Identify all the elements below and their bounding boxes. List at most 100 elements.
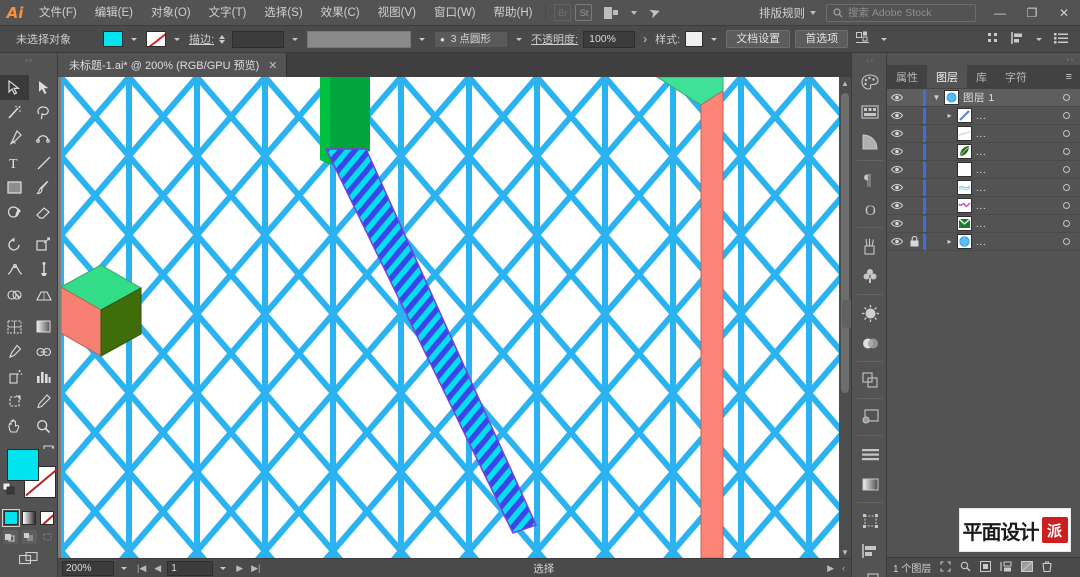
first-page-icon[interactable]: |◀ bbox=[135, 563, 148, 574]
menu-view[interactable]: 视图(V) bbox=[369, 0, 425, 26]
target-circle-icon[interactable] bbox=[1063, 112, 1070, 119]
layer-name[interactable]: ... bbox=[976, 236, 1063, 248]
stroke-weight-stepper[interactable] bbox=[219, 34, 226, 44]
create-sublayer-icon[interactable] bbox=[1000, 561, 1012, 575]
eye-icon[interactable] bbox=[887, 201, 906, 210]
artboard[interactable] bbox=[61, 77, 839, 558]
shaper-tool[interactable] bbox=[0, 200, 29, 225]
stroke-chevron-down-icon[interactable] bbox=[174, 37, 180, 41]
menu-file[interactable]: 文件(F) bbox=[30, 0, 86, 26]
layer-name[interactable]: ... bbox=[976, 164, 1063, 176]
target-circle-icon[interactable] bbox=[1063, 202, 1070, 209]
workspace-chevron-down-icon[interactable] bbox=[810, 10, 816, 15]
eye-icon[interactable] bbox=[887, 219, 906, 228]
tab-character[interactable]: 字符 bbox=[996, 65, 1036, 88]
menu-type[interactable]: 文字(T) bbox=[200, 0, 256, 26]
align-rail-icon[interactable] bbox=[852, 536, 888, 566]
brush-chevron-down-icon[interactable] bbox=[516, 37, 523, 41]
menu-effect[interactable]: 效果(C) bbox=[312, 0, 369, 26]
layer-name[interactable]: ... bbox=[976, 218, 1063, 230]
symbols-icon[interactable] bbox=[852, 261, 888, 291]
chevron-down-icon[interactable]: ▼ bbox=[929, 93, 944, 102]
share-plane-icon[interactable]: ➤ bbox=[647, 3, 664, 23]
menu-edit[interactable]: 编辑(E) bbox=[86, 0, 142, 26]
properties-list-icon[interactable] bbox=[1051, 32, 1074, 47]
artboard-number-input[interactable]: 1 bbox=[167, 560, 214, 576]
blend-tool[interactable] bbox=[29, 339, 58, 364]
page-chevron-down-icon[interactable] bbox=[220, 566, 227, 570]
gradient-rail-icon[interactable] bbox=[852, 127, 888, 157]
scale-tool[interactable] bbox=[29, 232, 58, 257]
shape-builder-tool[interactable] bbox=[0, 282, 29, 307]
layer-row-2[interactable]: ... bbox=[887, 125, 1080, 143]
layer-name[interactable]: ... bbox=[976, 182, 1063, 194]
target-circle-icon[interactable] bbox=[1063, 148, 1070, 155]
layer-name[interactable]: ... bbox=[976, 110, 1063, 122]
eye-icon[interactable] bbox=[887, 165, 906, 174]
target-circle-icon[interactable] bbox=[1063, 238, 1070, 245]
mesh-tool[interactable] bbox=[0, 314, 29, 339]
eye-icon[interactable] bbox=[887, 237, 906, 246]
opacity-flyout-icon[interactable]: › bbox=[640, 32, 650, 46]
next-page-icon[interactable]: ▶ bbox=[234, 563, 245, 574]
scroll-up-icon[interactable]: ▲ bbox=[839, 77, 851, 89]
stroke-weight-chevron-down-icon[interactable] bbox=[292, 37, 299, 41]
fill-chevron-down-icon[interactable] bbox=[131, 37, 137, 41]
layer-row-6[interactable]: ... bbox=[887, 197, 1080, 215]
opacity-input[interactable]: 100% bbox=[583, 30, 636, 48]
selection-tool[interactable] bbox=[0, 75, 29, 100]
layer-row-7[interactable]: ... bbox=[887, 215, 1080, 233]
glyphs-icon[interactable]: O bbox=[852, 194, 888, 224]
brushes-icon[interactable] bbox=[852, 231, 888, 261]
arrange-chevron-down-icon[interactable] bbox=[631, 10, 638, 15]
paragraph-icon[interactable]: ¶ bbox=[852, 164, 888, 194]
delete-layer-icon[interactable] bbox=[1042, 560, 1052, 575]
stroke-weight-input[interactable] bbox=[232, 30, 285, 48]
layer-name[interactable]: ... bbox=[976, 128, 1063, 140]
gradient-tool[interactable] bbox=[29, 314, 58, 339]
last-page-icon[interactable]: ▶| bbox=[249, 563, 262, 574]
layer-row-5[interactable]: ... bbox=[887, 179, 1080, 197]
target-circle-icon[interactable] bbox=[1063, 220, 1070, 227]
image-trace-icon[interactable] bbox=[852, 402, 888, 432]
swap-fill-stroke-icon[interactable] bbox=[42, 445, 55, 457]
eye-icon[interactable] bbox=[887, 93, 906, 102]
toolbar-drag-dots[interactable]: ◦◦ bbox=[0, 56, 58, 65]
document-tab[interactable]: 未标题-1.ai* @ 200% (RGB/GPU 预览) ✕ bbox=[58, 53, 288, 77]
pathfinder-icon[interactable] bbox=[852, 365, 888, 395]
screen-mode-button[interactable] bbox=[0, 552, 58, 567]
eye-icon[interactable] bbox=[887, 129, 906, 138]
tab-properties[interactable]: 属性 bbox=[887, 65, 927, 88]
artboard-tool[interactable] bbox=[0, 389, 29, 414]
menu-window[interactable]: 窗口(W) bbox=[425, 0, 485, 26]
layer-name[interactable]: ... bbox=[976, 146, 1063, 158]
tab-libraries[interactable]: 库 bbox=[967, 65, 996, 88]
gradient-mode-button[interactable] bbox=[22, 511, 36, 525]
stroke-weight-label[interactable]: 描边: bbox=[189, 31, 214, 47]
line-segment-tool[interactable] bbox=[29, 150, 58, 175]
document-setup-button[interactable]: 文档设置 bbox=[726, 30, 791, 48]
canvas-scroll-thumb[interactable] bbox=[841, 93, 849, 393]
default-fill-stroke-icon[interactable] bbox=[2, 482, 15, 495]
target-circle-icon[interactable] bbox=[1063, 166, 1070, 173]
appearance-icon[interactable] bbox=[852, 298, 888, 328]
menu-object[interactable]: 对象(O) bbox=[142, 0, 200, 26]
gradient-panel-icon[interactable] bbox=[852, 469, 888, 499]
layer-row-3[interactable]: ... bbox=[887, 143, 1080, 161]
arrange-documents-icon[interactable] bbox=[604, 6, 626, 20]
menu-select[interactable]: 选择(S) bbox=[255, 0, 311, 26]
stroke-color-swatch[interactable] bbox=[146, 31, 166, 47]
panel-menu-icon[interactable]: ≡ bbox=[1058, 65, 1080, 88]
zoom-tool[interactable] bbox=[29, 414, 58, 439]
layer-name[interactable]: 图层 1 bbox=[963, 90, 1063, 105]
none-mode-button[interactable] bbox=[40, 511, 54, 525]
slice-tool[interactable] bbox=[29, 389, 58, 414]
minimize-button[interactable]: — bbox=[984, 0, 1016, 26]
eye-icon[interactable] bbox=[887, 111, 906, 120]
transform-rail-icon[interactable] bbox=[852, 506, 888, 536]
maximize-button[interactable]: ❐ bbox=[1016, 0, 1048, 26]
close-button[interactable]: ✕ bbox=[1048, 0, 1080, 26]
color-guide-icon[interactable] bbox=[852, 97, 888, 127]
stroke-profile-chevron-down-icon[interactable] bbox=[419, 37, 426, 41]
transparency-icon[interactable] bbox=[852, 328, 888, 358]
